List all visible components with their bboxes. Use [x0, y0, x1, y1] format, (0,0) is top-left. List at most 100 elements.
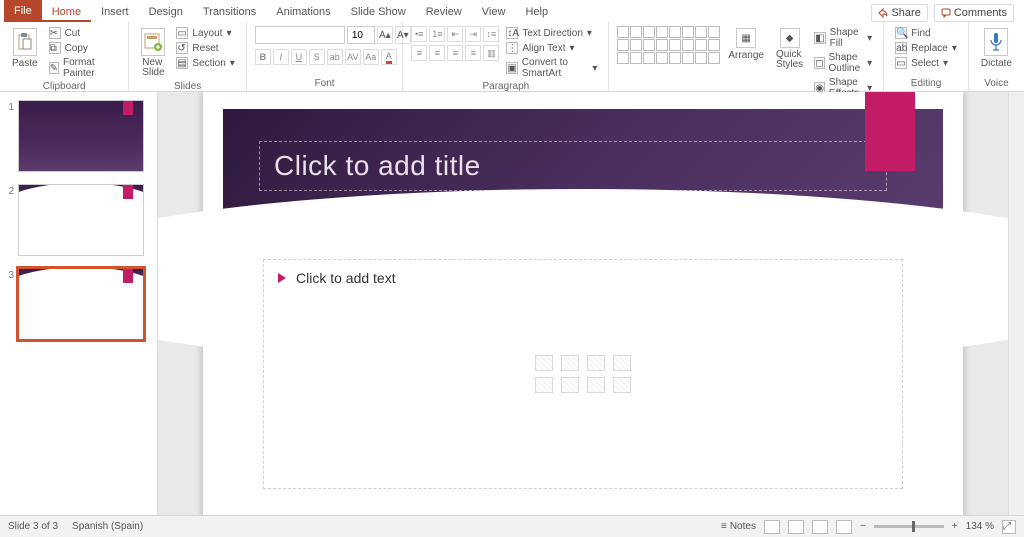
tab-design[interactable]: Design	[139, 2, 193, 22]
copy-button[interactable]: ⧉Copy	[46, 41, 121, 55]
insert-online-picture-icon[interactable]	[561, 377, 579, 393]
numbering-button[interactable]: 1≡	[429, 26, 445, 42]
thumb-number: 2	[6, 184, 14, 256]
layout-button[interactable]: ▭Layout ▾	[173, 26, 237, 40]
insert-picture-icon[interactable]	[535, 377, 553, 393]
change-case-button[interactable]: Aa	[363, 49, 379, 65]
shape-outline-icon: ◻	[814, 57, 824, 69]
tab-view[interactable]: View	[472, 2, 516, 22]
workspace: 1 2 3 Click to add title Click to add te…	[0, 92, 1024, 515]
fit-to-window-button[interactable]: ⤢	[1002, 520, 1016, 534]
section-button[interactable]: ▤Section ▾	[173, 56, 237, 70]
tab-review[interactable]: Review	[416, 2, 472, 22]
thumb-number: 3	[6, 268, 14, 340]
increase-indent-button[interactable]: ⇥	[465, 26, 481, 42]
paste-button[interactable]: Paste	[8, 26, 42, 71]
zoom-in-button[interactable]: +	[952, 521, 958, 532]
arrange-icon: ▦	[736, 28, 756, 48]
arrange-label: Arrange	[728, 50, 764, 61]
convert-smartart-button[interactable]: ▣Convert to SmartArt ▾	[503, 56, 600, 80]
find-icon: 🔍	[895, 27, 907, 39]
group-clipboard: Paste ✂Cut ⧉Copy ✎Format Painter Clipboa…	[0, 22, 129, 91]
group-slides: New Slide ▭Layout ▾ ↺Reset ▤Section ▾ Sl…	[129, 22, 246, 91]
vertical-scrollbar[interactable]	[1008, 92, 1024, 515]
align-text-button[interactable]: ⋮Align Text ▾	[503, 41, 600, 55]
insert-chart-icon[interactable]	[561, 355, 579, 371]
font-color-button[interactable]: A	[381, 49, 397, 65]
sorter-view-button[interactable]	[788, 520, 804, 534]
italic-button[interactable]: I	[273, 49, 289, 65]
new-slide-icon	[141, 28, 165, 56]
shape-fill-button[interactable]: ◧Shape Fill ▾	[811, 26, 875, 50]
status-language[interactable]: Spanish (Spain)	[72, 521, 143, 532]
thumbnail-2[interactable]	[18, 184, 144, 256]
insert-table-icon[interactable]	[535, 355, 553, 371]
tab-slideshow[interactable]: Slide Show	[341, 2, 416, 22]
cut-label: Cut	[65, 28, 81, 39]
bold-button[interactable]: B	[255, 49, 271, 65]
slideshow-view-button[interactable]	[836, 520, 852, 534]
format-painter-button[interactable]: ✎Format Painter	[46, 56, 121, 80]
tab-insert[interactable]: Insert	[91, 2, 139, 22]
font-size-input[interactable]	[347, 26, 375, 44]
thumbnail-1[interactable]	[18, 100, 144, 172]
reset-button[interactable]: ↺Reset	[173, 41, 237, 55]
content-placeholder[interactable]: Click to add text	[263, 259, 903, 489]
arrange-button[interactable]: ▦ Arrange	[724, 26, 768, 63]
tab-help[interactable]: Help	[515, 2, 558, 22]
decrease-indent-button[interactable]: ⇤	[447, 26, 463, 42]
text-direction-label: Text Direction	[522, 28, 583, 39]
insert-video-icon[interactable]	[587, 377, 605, 393]
strikethrough-button[interactable]: S	[309, 49, 325, 65]
normal-view-button[interactable]	[764, 520, 780, 534]
insert-icon-icon[interactable]	[613, 377, 631, 393]
justify-button[interactable]: ≡	[465, 45, 481, 61]
new-slide-button[interactable]: New Slide	[137, 26, 169, 80]
share-button[interactable]: Share	[871, 4, 927, 22]
shadow-button[interactable]: ab	[327, 49, 343, 65]
cut-button[interactable]: ✂Cut	[46, 26, 121, 40]
quick-styles-button[interactable]: ◆Quick Styles	[772, 26, 807, 72]
tab-home[interactable]: Home	[42, 2, 91, 22]
slide-canvas-area[interactable]: Click to add title Click to add text	[158, 92, 1008, 515]
zoom-out-button[interactable]: −	[860, 521, 866, 532]
copy-icon: ⧉	[49, 42, 61, 54]
status-slide-count: Slide 3 of 3	[8, 521, 58, 532]
shapes-gallery[interactable]	[617, 26, 720, 64]
underline-button[interactable]: U	[291, 49, 307, 65]
align-left-button[interactable]: ≡	[411, 45, 427, 61]
content-insert-icons[interactable]	[535, 355, 631, 393]
comments-button[interactable]: Comments	[934, 4, 1014, 22]
increase-font-button[interactable]: A▴	[377, 26, 393, 44]
char-spacing-button[interactable]: AV	[345, 49, 361, 65]
thumbnail-3[interactable]	[18, 268, 144, 340]
font-family-input[interactable]	[255, 26, 345, 44]
shape-outline-label: Shape Outline	[829, 52, 864, 74]
insert-smartart-icon[interactable]	[587, 355, 605, 371]
title-placeholder[interactable]: Click to add title	[259, 141, 887, 191]
text-direction-button[interactable]: ↕AText Direction ▾	[503, 26, 600, 40]
tab-animations[interactable]: Animations	[266, 2, 340, 22]
shape-outline-button[interactable]: ◻Shape Outline ▾	[811, 51, 875, 75]
insert-3d-icon[interactable]	[613, 355, 631, 371]
zoom-slider[interactable]	[874, 525, 944, 528]
slide-ribbon-accent	[865, 92, 915, 171]
dictate-button[interactable]: Dictate	[977, 26, 1016, 71]
tab-transitions[interactable]: Transitions	[193, 2, 266, 22]
zoom-level[interactable]: 134 %	[966, 521, 994, 532]
reading-view-button[interactable]	[812, 520, 828, 534]
tab-file[interactable]: File	[4, 0, 42, 22]
bullets-button[interactable]: •≡	[411, 26, 427, 42]
align-right-button[interactable]: ≡	[447, 45, 463, 61]
paste-icon	[13, 28, 37, 56]
columns-button[interactable]: ▥	[483, 45, 499, 61]
line-spacing-button[interactable]: ↕≡	[483, 26, 499, 42]
group-drawing: ▦ Arrange ◆Quick Styles ◧Shape Fill ▾ ◻ Sh…	[609, 22, 884, 91]
thumbnail-panel[interactable]: 1 2 3	[0, 92, 158, 515]
notes-button[interactable]: ≡ Notes	[721, 521, 756, 532]
find-button[interactable]: 🔍Find	[892, 26, 960, 40]
slide[interactable]: Click to add title Click to add text	[203, 92, 963, 515]
select-button[interactable]: ▭Select ▾	[892, 56, 960, 70]
replace-button[interactable]: abReplace ▾	[892, 41, 960, 55]
align-center-button[interactable]: ≡	[429, 45, 445, 61]
